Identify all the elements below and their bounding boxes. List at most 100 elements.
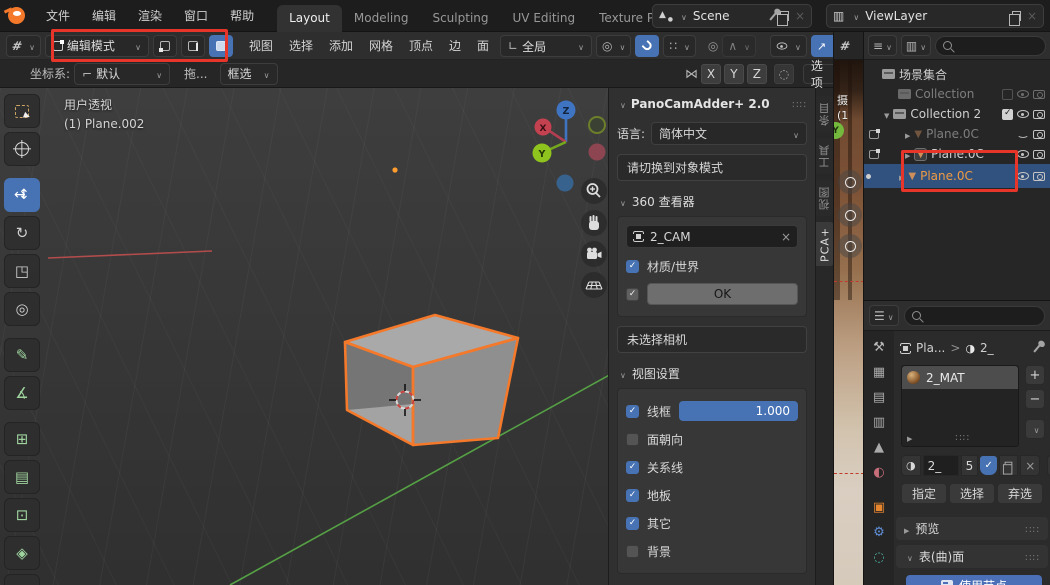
- select-tool-dropdown[interactable]: 框选: [220, 63, 278, 85]
- material-slot-active[interactable]: 2_MAT: [902, 366, 1018, 389]
- loop-cut-tool[interactable]: ◫: [4, 574, 40, 585]
- hide-eye-icon[interactable]: [1017, 130, 1029, 138]
- ok-checkbox[interactable]: [626, 288, 639, 301]
- collection-name[interactable]: Collection: [915, 87, 998, 101]
- gizmo-z-label[interactable]: Z: [563, 106, 570, 117]
- tab-sculpting[interactable]: Sculpting: [420, 5, 500, 32]
- physics-tab[interactable]: ◌: [873, 551, 884, 565]
- vertex-select-button[interactable]: [153, 35, 177, 57]
- select-button[interactable]: 选择: [949, 483, 995, 504]
- render-camera-icon[interactable]: [1033, 172, 1045, 181]
- scene-tab[interactable]: ▲: [874, 441, 884, 455]
- background-checkbox[interactable]: [626, 545, 639, 558]
- collection2-row[interactable]: Collection 2: [864, 104, 1050, 124]
- transform-tool[interactable]: ◎: [4, 292, 40, 326]
- material-name-field[interactable]: 2_: [923, 455, 959, 476]
- hide-eye-icon[interactable]: [1017, 90, 1029, 98]
- proportional-edit-toggle[interactable]: ◎: [708, 39, 718, 53]
- material-world-checkbox[interactable]: [626, 260, 639, 273]
- no-camera-button[interactable]: 未选择相机: [617, 326, 807, 353]
- edge-select-button[interactable]: [181, 35, 205, 57]
- pan-hand-button[interactable]: [581, 210, 607, 236]
- mirror-x-button[interactable]: X: [701, 64, 721, 84]
- drag-dots-icon[interactable]: [792, 97, 807, 111]
- plane-name[interactable]: Plane.0C: [926, 127, 1013, 141]
- mirror-y-button[interactable]: Y: [724, 64, 744, 84]
- tab-pca[interactable]: PCA+: [816, 222, 834, 266]
- scene-collection-name[interactable]: 场景集合: [899, 66, 1045, 83]
- assign-button[interactable]: 指定: [901, 483, 947, 504]
- mini-zoom-button[interactable]: [838, 170, 862, 194]
- measure-tool[interactable]: ∡: [4, 376, 40, 410]
- breadcrumb-data[interactable]: 2_: [980, 341, 994, 355]
- cursor-tool[interactable]: [4, 132, 40, 166]
- pivot-point-dropdown[interactable]: ◎: [596, 35, 631, 57]
- menu-vertex[interactable]: 顶点: [401, 37, 441, 54]
- drag-dropdown[interactable]: 拖...: [184, 65, 207, 82]
- slot-specials-button[interactable]: [1025, 419, 1045, 439]
- expand-icon[interactable]: [899, 169, 904, 183]
- bevel-tool[interactable]: ◈: [4, 536, 40, 570]
- collection-row[interactable]: Collection: [864, 84, 1050, 104]
- hide-eye-icon[interactable]: [1017, 110, 1029, 118]
- zoom-button[interactable]: [581, 178, 607, 204]
- scale-tool[interactable]: ◳: [4, 254, 40, 288]
- snap-base-button[interactable]: ◌: [774, 64, 794, 84]
- plane-name[interactable]: Plane.0C: [931, 147, 1013, 161]
- other-checkbox[interactable]: [626, 517, 639, 530]
- move-tool[interactable]: [4, 178, 40, 212]
- world-tab[interactable]: ◐: [873, 466, 884, 480]
- snap-target-dropdown[interactable]: ∷: [663, 35, 696, 57]
- material-slot-name[interactable]: 2_MAT: [926, 371, 965, 385]
- annotate-tool[interactable]: ✎: [4, 338, 40, 372]
- menu-mesh[interactable]: 网格: [361, 37, 401, 54]
- exclude-checkbox[interactable]: [1002, 89, 1013, 100]
- mini-viewport[interactable]: 摄 (1 Y: [833, 60, 863, 585]
- coord-system-dropdown[interactable]: ⌐ 默认: [74, 63, 170, 85]
- mini-camera-button[interactable]: [838, 234, 862, 258]
- properties-editor-type[interactable]: ☰: [869, 305, 899, 326]
- duplicate-icon[interactable]: [1012, 11, 1021, 21]
- display-mode-dropdown[interactable]: ≡: [868, 35, 897, 56]
- switch-object-mode-button[interactable]: 请切换到对象模式: [617, 154, 807, 181]
- render-camera-icon[interactable]: [1033, 130, 1045, 139]
- expand-icon[interactable]: [884, 107, 889, 121]
- render-tab[interactable]: ▦: [873, 366, 885, 380]
- camera-field[interactable]: 2_CAM: [626, 225, 798, 248]
- close-icon[interactable]: [795, 9, 805, 23]
- menu-view[interactable]: 视图: [241, 37, 281, 54]
- tab-uv-editing[interactable]: UV Editing: [501, 5, 588, 32]
- drag-dots-icon[interactable]: [912, 430, 1013, 444]
- outliner-search-input[interactable]: [935, 36, 1046, 56]
- wireframe-slider[interactable]: 1.000: [679, 401, 798, 421]
- mode-dropdown[interactable]: 编辑模式: [45, 35, 149, 57]
- pca-panel-header[interactable]: PanoCamAdder+ 2.0: [617, 94, 807, 114]
- add-slot-button[interactable]: +: [1025, 365, 1045, 385]
- plane-name-active[interactable]: Plane.0C: [920, 169, 1013, 183]
- scene-name[interactable]: Scene: [693, 9, 766, 23]
- floor-checkbox[interactable]: [626, 489, 639, 502]
- tool-tab[interactable]: ⚒: [873, 341, 885, 355]
- material-browse-button[interactable]: ◑: [901, 455, 921, 476]
- face-select-button[interactable]: [209, 35, 233, 57]
- hide-eye-icon[interactable]: [1017, 150, 1029, 158]
- blender-logo-icon[interactable]: [8, 7, 25, 24]
- properties-search-input[interactable]: [904, 306, 1045, 326]
- gizmo-y-label[interactable]: Y: [538, 149, 546, 160]
- expand-icon[interactable]: [905, 127, 910, 141]
- duplicate-material-button[interactable]: [999, 455, 1018, 476]
- breadcrumb-object[interactable]: Pla...: [916, 341, 945, 355]
- view-settings-section-header[interactable]: 视图设置: [617, 365, 807, 382]
- viewport-nav-buttons[interactable]: [581, 178, 607, 298]
- menu-help[interactable]: 帮助: [219, 7, 265, 24]
- remove-slot-button[interactable]: −: [1025, 389, 1045, 409]
- users-count-button[interactable]: 5: [961, 455, 979, 476]
- menu-add[interactable]: 添加: [321, 37, 361, 54]
- pin-icon[interactable]: [769, 12, 776, 20]
- expand-icon[interactable]: [905, 147, 910, 161]
- viewlayer-selector[interactable]: ViewLayer: [826, 4, 1044, 28]
- tab-view[interactable]: 视图: [816, 180, 834, 216]
- close-icon[interactable]: [1027, 9, 1037, 23]
- tab-tool[interactable]: 工具: [816, 138, 834, 174]
- duplicate-icon[interactable]: [780, 11, 789, 21]
